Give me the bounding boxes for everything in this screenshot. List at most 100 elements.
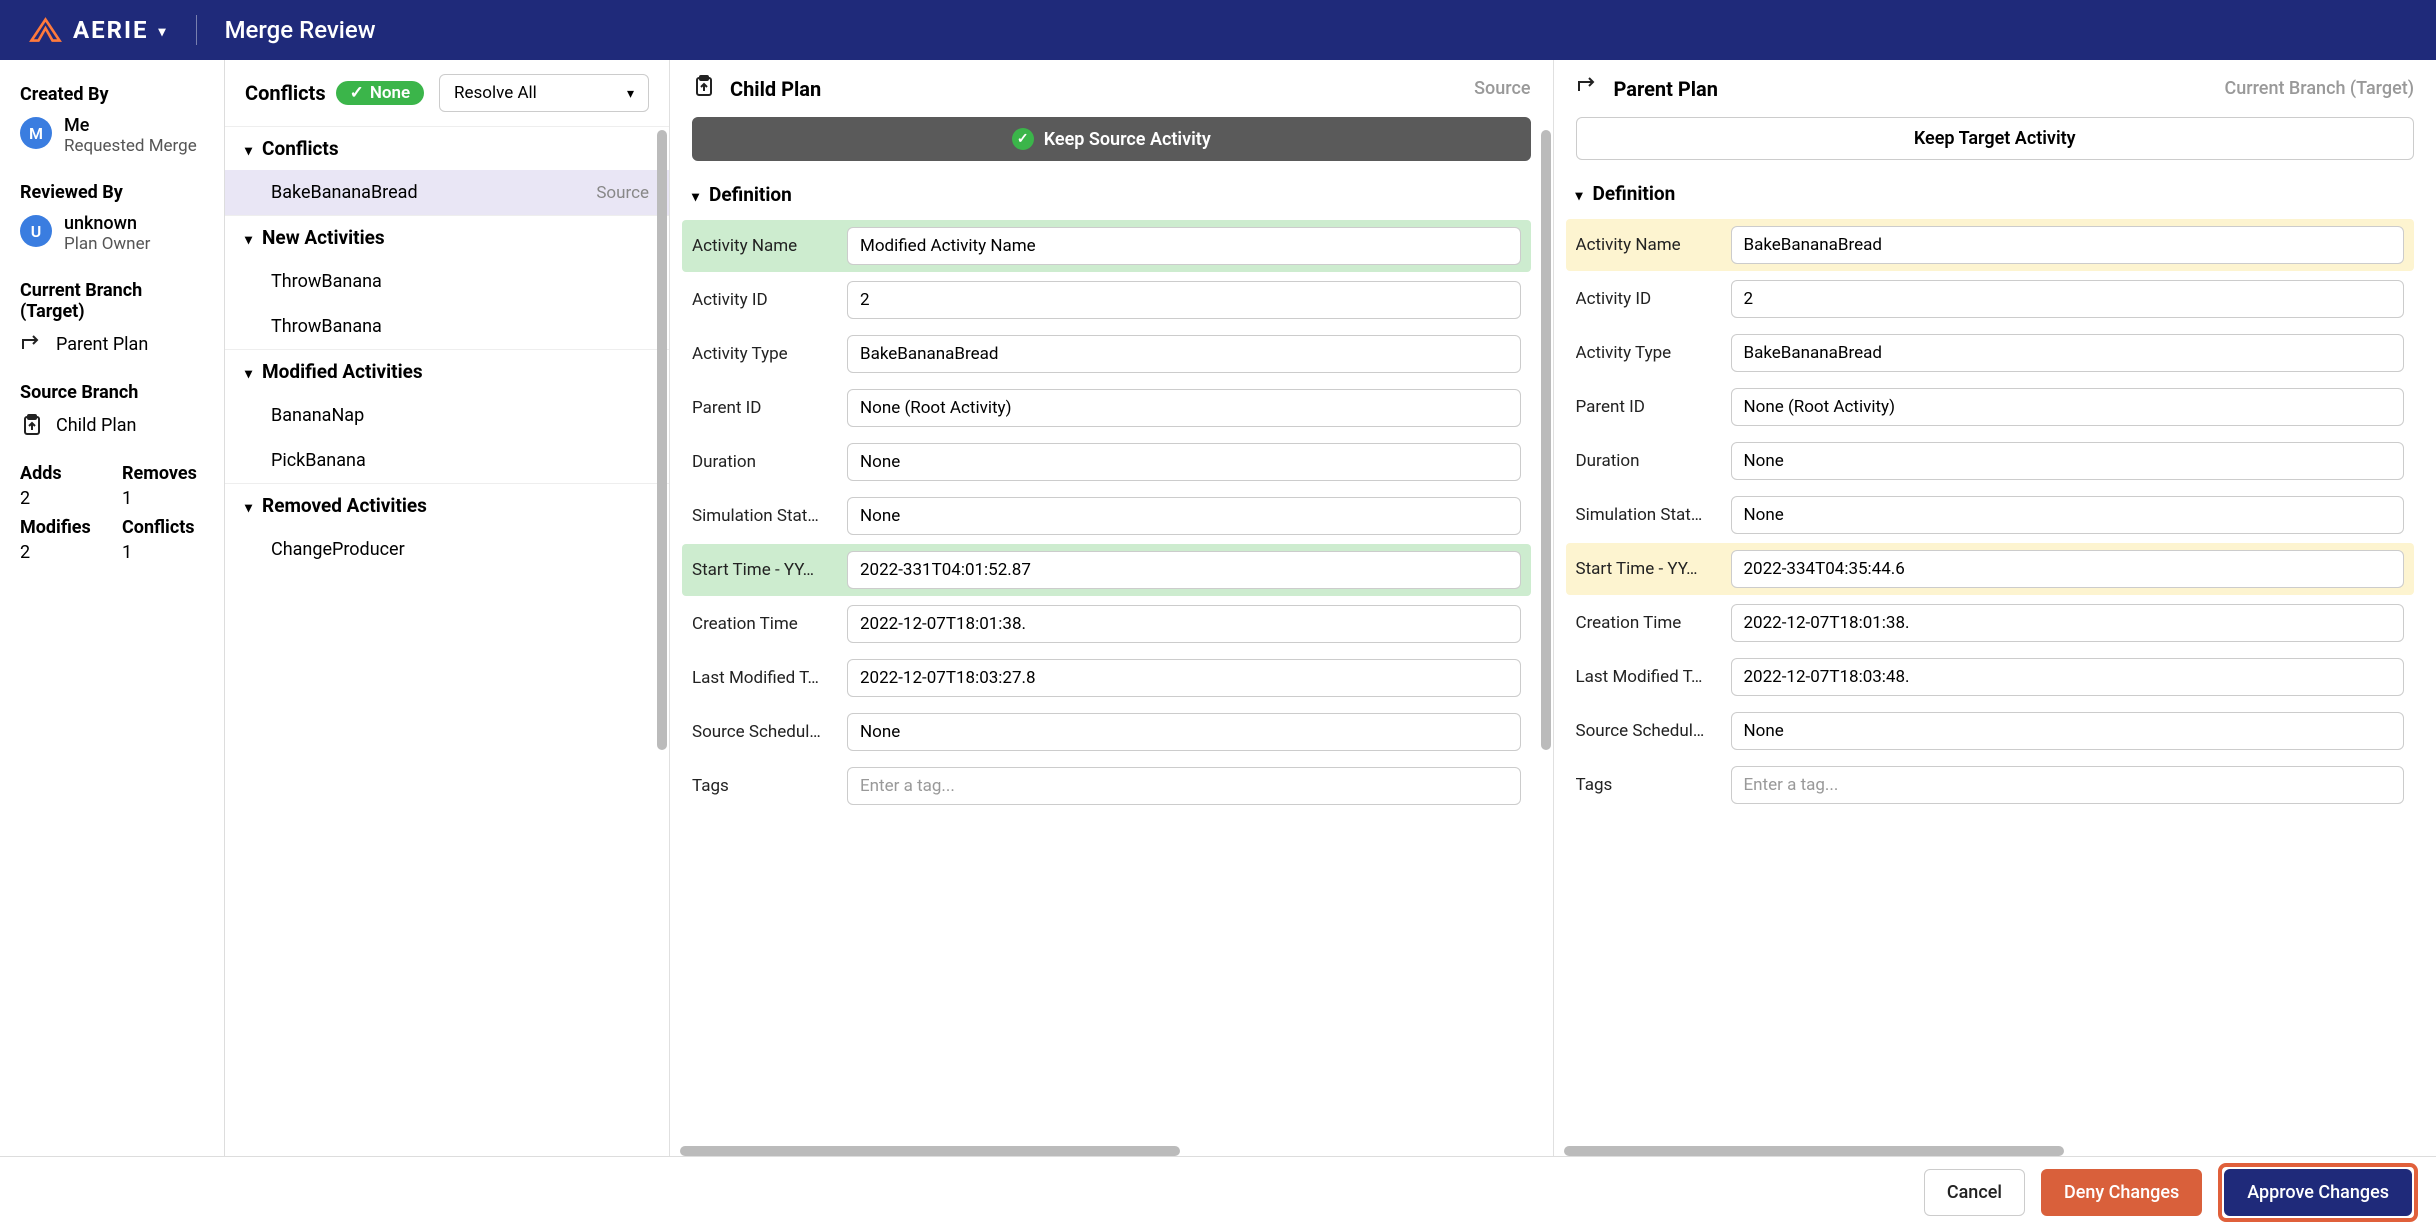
field-label: Tags xyxy=(1576,775,1721,795)
app-name: AERIE xyxy=(73,16,149,44)
field-label: Source Schedul… xyxy=(692,722,837,742)
conflicts-header-text: Conflicts xyxy=(245,81,326,105)
group-header[interactable]: New Activities xyxy=(225,215,669,259)
keep-target-button[interactable]: Keep Target Activity xyxy=(1576,117,2415,160)
activity-name: PickBanana xyxy=(271,450,366,471)
scrollbar-vertical[interactable] xyxy=(1541,130,1551,750)
field-input[interactable]: Modified Activity Name xyxy=(847,227,1521,265)
collapse-caret-icon[interactable] xyxy=(692,183,699,206)
activity-item[interactable]: BakeBananaBreadSource xyxy=(225,170,669,215)
field-input[interactable]: 2022-12-07T18:01:38. xyxy=(847,605,1521,643)
definition-row: Tags Enter a tag... xyxy=(682,760,1531,812)
field-label: Duration xyxy=(1576,451,1721,471)
field-input[interactable]: None (Root Activity) xyxy=(847,389,1521,427)
definition-row: Tags Enter a tag... xyxy=(1566,759,2415,811)
group-title: Removed Activities xyxy=(262,494,427,517)
conflicts-none-badge: ✓ None xyxy=(336,81,425,105)
definition-row: Last Modified T…2022-12-07T18:03:48. xyxy=(1566,651,2415,703)
page-title: Merge Review xyxy=(225,16,376,44)
field-input[interactable]: 2022-12-07T18:03:27.8 xyxy=(847,659,1521,697)
current-branch-row: Parent Plan xyxy=(20,332,204,356)
keep-source-label: Keep Source Activity xyxy=(1044,129,1211,150)
source-branch-name: Child Plan xyxy=(56,415,136,436)
current-branch-name: Parent Plan xyxy=(56,334,148,355)
cancel-button[interactable]: Cancel xyxy=(1924,1169,2025,1216)
keep-source-button[interactable]: ✓ Keep Source Activity xyxy=(692,117,1531,161)
info-sidebar: Created By M Me Requested Merge Reviewed… xyxy=(0,60,225,1156)
collapse-caret-icon[interactable] xyxy=(1576,182,1583,205)
activity-item[interactable]: ThrowBanana xyxy=(225,259,669,304)
reviewed-by-name: unknown xyxy=(64,213,150,234)
current-branch-section: Current Branch (Target) Parent Plan xyxy=(20,280,204,356)
definition-row: Source Schedul…None xyxy=(1566,705,2415,757)
removes-value: 1 xyxy=(122,488,204,509)
field-input[interactable]: BakeBananaBread xyxy=(847,335,1521,373)
source-panel: Child Plan Source ✓ Keep Source Activity… xyxy=(670,60,1554,1156)
group-header[interactable]: Modified Activities xyxy=(225,349,669,393)
caret-icon xyxy=(245,137,252,160)
target-panel-title: Parent Plan xyxy=(1614,77,1718,101)
field-input[interactable]: 2 xyxy=(1731,280,2405,318)
definition-row: Activity TypeBakeBananaBread xyxy=(1566,327,2415,379)
check-circle-icon: ✓ xyxy=(1012,128,1034,150)
field-input[interactable]: None xyxy=(847,497,1521,535)
conflicts-label: Conflicts xyxy=(122,517,204,538)
field-input[interactable]: None xyxy=(1731,496,2405,534)
definition-row: Parent IDNone (Root Activity) xyxy=(1566,381,2415,433)
definition-row: Simulation Stat…None xyxy=(682,490,1531,542)
app-menu-caret-icon[interactable] xyxy=(159,21,168,40)
field-label: Creation Time xyxy=(692,614,837,634)
scrollbar-horizontal[interactable] xyxy=(680,1146,1543,1156)
field-label: Last Modified T… xyxy=(692,668,837,688)
activity-item[interactable]: PickBanana xyxy=(225,438,669,483)
scrollbar-horizontal[interactable] xyxy=(1564,1146,2427,1156)
definition-row: Start Time - YY…2022-334T04:35:44.6 xyxy=(1566,543,2415,595)
field-label: Tags xyxy=(692,776,837,796)
caret-icon xyxy=(245,494,252,517)
group-header[interactable]: Conflicts xyxy=(225,126,669,170)
field-input[interactable]: None xyxy=(847,443,1521,481)
field-input[interactable]: 2022-331T04:01:52.87 xyxy=(847,551,1521,589)
field-label: Start Time - YY… xyxy=(692,560,837,580)
activity-item[interactable]: ThrowBanana xyxy=(225,304,669,349)
activity-item[interactable]: BananaNap xyxy=(225,393,669,438)
group-title: Conflicts xyxy=(262,137,339,160)
source-branch-section: Source Branch Child Plan xyxy=(20,382,204,437)
field-input[interactable]: Enter a tag... xyxy=(847,767,1521,805)
caret-icon xyxy=(245,360,252,383)
field-input[interactable]: 2022-12-07T18:01:38. xyxy=(1731,604,2405,642)
target-panel: Parent Plan Current Branch (Target) Keep… xyxy=(1554,60,2436,1156)
resolve-all-select[interactable]: Resolve All xyxy=(439,74,649,112)
deny-changes-button[interactable]: Deny Changes xyxy=(2041,1169,2202,1216)
field-input[interactable]: 2022-12-07T18:03:48. xyxy=(1731,658,2405,696)
field-input[interactable]: None (Root Activity) xyxy=(1731,388,2405,426)
field-label: Creation Time xyxy=(1576,613,1721,633)
field-input[interactable]: BakeBananaBread xyxy=(1731,226,2405,264)
stats-grid: Adds2 Removes1 Modifies2 Conflicts1 xyxy=(20,463,204,563)
field-input[interactable]: 2 xyxy=(847,281,1521,319)
field-input[interactable]: 2022-334T04:35:44.6 xyxy=(1731,550,2405,588)
activity-name: BananaNap xyxy=(271,405,364,426)
app-logo[interactable]: AERIE xyxy=(28,16,168,44)
adds-label: Adds xyxy=(20,463,102,484)
scrollbar-vertical[interactable] xyxy=(657,130,667,750)
field-input[interactable]: None xyxy=(847,713,1521,751)
field-label: Activity Name xyxy=(1576,235,1721,255)
clipboard-up-icon xyxy=(20,413,44,437)
field-input[interactable]: None xyxy=(1731,442,2405,480)
definition-row: Simulation Stat…None xyxy=(1566,489,2415,541)
definition-row: DurationNone xyxy=(682,436,1531,488)
definition-label: Definition xyxy=(709,183,792,206)
reviewed-by-label: Reviewed By xyxy=(20,182,204,203)
keep-target-label: Keep Target Activity xyxy=(1914,128,2076,149)
group-header[interactable]: Removed Activities xyxy=(225,483,669,527)
field-input[interactable]: Enter a tag... xyxy=(1731,766,2405,804)
reviewed-by-user: U unknown Plan Owner xyxy=(20,213,204,254)
approve-changes-button[interactable]: Approve Changes xyxy=(2224,1169,2412,1216)
changes-header: Conflicts ✓ None Resolve All xyxy=(225,60,669,126)
main-content: Created By M Me Requested Merge Reviewed… xyxy=(0,60,2436,1156)
field-input[interactable]: None xyxy=(1731,712,2405,750)
definition-row: Parent IDNone (Root Activity) xyxy=(682,382,1531,434)
field-input[interactable]: BakeBananaBread xyxy=(1731,334,2405,372)
activity-item[interactable]: ChangeProducer xyxy=(225,527,669,572)
